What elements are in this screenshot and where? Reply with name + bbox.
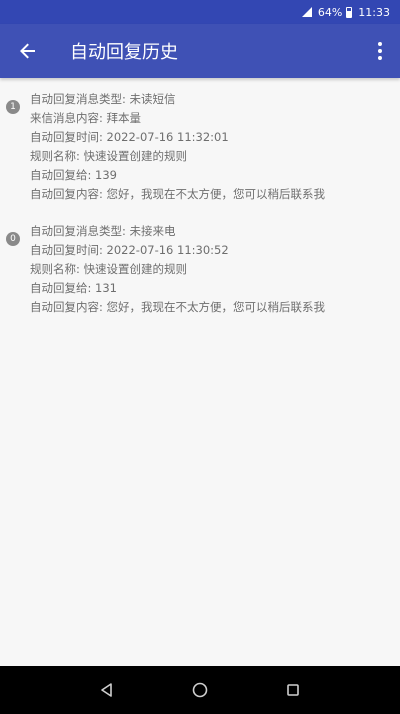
more-vert-dot <box>378 56 382 60</box>
history-record-1[interactable]: 1 自动回复消息类型: 未读短信 来信消息内容: 拜本量 自动回复时间: 202… <box>0 90 400 204</box>
record-reply-content: 自动回复内容: 您好，我现在不太方便，您可以稍后联系我 <box>30 300 326 314</box>
screen: 64% 11:33 自动回复历史 1 自动回复消息类型: 未读短信 来信消息内容… <box>0 0 400 714</box>
arrow-back-icon <box>20 43 35 59</box>
record-reply-to: 自动回复给: 139 <box>30 168 117 182</box>
history-record-2[interactable]: 0 自动回复消息类型: 未接来电 自动回复时间: 2022-07-16 11:3… <box>0 222 400 317</box>
record-incoming-content: 来信消息内容: 拜本量 <box>30 111 142 125</box>
square-recents-icon <box>287 684 300 696</box>
record-message-type: 自动回复消息类型: 未读短信 <box>30 92 176 106</box>
nav-recents-button[interactable] <box>278 675 308 705</box>
triangle-back-icon <box>100 683 112 697</box>
history-list: 1 自动回复消息类型: 未读短信 来信消息内容: 拜本量 自动回复时间: 202… <box>0 90 400 335</box>
clock: 11:33 <box>358 5 390 19</box>
record-reply-time: 自动回复时间: 2022-07-16 11:30:52 <box>30 243 229 257</box>
nav-home-button[interactable] <box>185 675 215 705</box>
record-reply-to: 自动回复给: 131 <box>30 281 117 295</box>
more-vert-icon <box>378 42 382 46</box>
record-reply-content: 自动回复内容: 您好，我现在不太方便，您可以稍后联系我 <box>30 187 326 201</box>
record-rule-name: 规则名称: 快速设置创建的规则 <box>30 262 188 276</box>
record-reply-time: 自动回复时间: 2022-07-16 11:32:01 <box>30 130 229 144</box>
back-button[interactable] <box>0 24 56 78</box>
nav-back-button[interactable] <box>92 675 122 705</box>
app-bar: 自动回复历史 <box>0 24 400 78</box>
record-index-badge: 0 <box>6 232 20 246</box>
record-message-type: 自动回复消息类型: 未接来电 <box>30 224 176 238</box>
battery-icon <box>346 6 353 18</box>
circle-home-icon <box>192 682 208 698</box>
signal-icon <box>301 7 312 17</box>
more-vert-dot <box>378 49 382 53</box>
system-nav-bar <box>0 666 400 714</box>
battery-percent: 64% <box>317 5 343 19</box>
status-bar: 64% 11:33 <box>0 0 400 24</box>
record-rule-name: 规则名称: 快速设置创建的规则 <box>30 149 188 163</box>
page-title: 自动回复历史 <box>70 42 178 63</box>
record-index-badge: 1 <box>6 100 20 114</box>
overflow-menu-button[interactable] <box>360 24 400 78</box>
